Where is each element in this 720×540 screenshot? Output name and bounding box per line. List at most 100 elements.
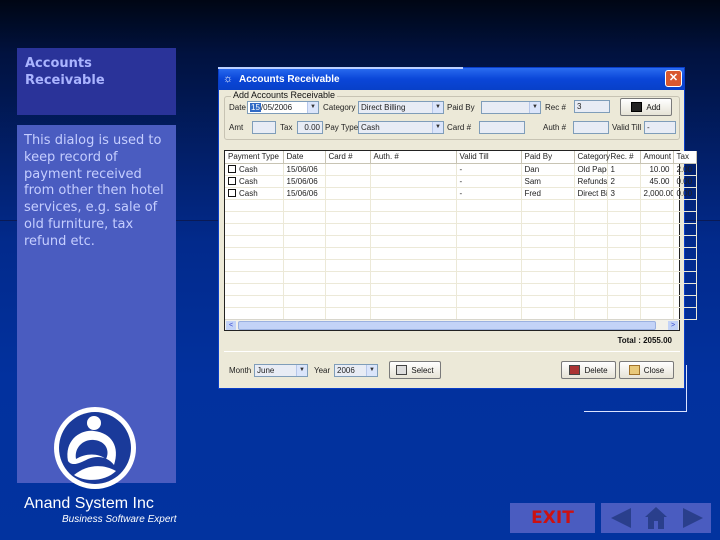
table-cell <box>607 247 641 260</box>
year-select[interactable]: 2006 ▼ <box>334 364 378 377</box>
table-cell <box>521 271 575 284</box>
chevron-down-icon[interactable]: ▼ <box>432 122 443 133</box>
table-cell <box>283 223 326 236</box>
next-slide-icon[interactable] <box>681 506 705 530</box>
chevron-down-icon[interactable]: ▼ <box>366 365 377 376</box>
chevron-down-icon[interactable]: ▼ <box>307 102 318 113</box>
table-row <box>225 223 697 236</box>
select-button-label: Select <box>411 365 434 375</box>
table-cell <box>370 187 457 200</box>
table-cell <box>325 235 371 248</box>
pay-type-select[interactable]: Cash ▼ <box>358 121 444 134</box>
table-row <box>225 235 697 248</box>
row-checkbox[interactable] <box>228 177 236 186</box>
rec-label: Rec # <box>545 103 566 112</box>
table-cell: Sam <box>521 175 575 188</box>
table-cell <box>673 235 697 248</box>
table-cell <box>574 211 608 224</box>
amount-field[interactable] <box>252 121 276 134</box>
card-label: Card # <box>447 123 472 132</box>
scrollbar-thumb[interactable] <box>238 321 656 330</box>
table-cell <box>325 175 371 188</box>
table-cell <box>640 307 674 320</box>
exit-button[interactable]: EXIT <box>510 503 595 533</box>
scroll-left-icon[interactable]: < <box>226 321 236 330</box>
month-select[interactable]: June ▼ <box>254 364 308 377</box>
paid-by-select[interactable]: ▼ <box>481 101 541 114</box>
column-header[interactable]: Payment Type <box>225 151 284 164</box>
table-cell: 0.00 <box>673 175 697 188</box>
home-icon[interactable] <box>644 505 668 531</box>
table-cell: Cash <box>225 187 284 200</box>
tax-field[interactable]: 0.00 <box>297 121 323 134</box>
column-header[interactable]: Amount <box>640 151 674 164</box>
company-name: Anand System Inc <box>24 495 154 512</box>
table-cell: Old Paper <box>574 163 608 176</box>
column-header[interactable]: Card # <box>325 151 371 164</box>
previous-slide-icon[interactable] <box>609 506 633 530</box>
add-record-icon <box>631 102 643 112</box>
close-button[interactable]: Close <box>619 361 674 379</box>
card-number-field[interactable] <box>479 121 525 134</box>
chevron-down-icon[interactable]: ▼ <box>529 102 540 113</box>
row-checkbox[interactable] <box>228 165 236 174</box>
table-cell: 3 <box>607 187 641 200</box>
column-header[interactable]: Date <box>283 151 326 164</box>
table-cell <box>325 223 371 236</box>
table-cell <box>370 223 457 236</box>
column-header[interactable]: Paid By <box>521 151 575 164</box>
table-cell <box>370 259 457 272</box>
select-button[interactable]: Select <box>389 361 441 379</box>
table-cell <box>325 199 371 212</box>
add-button[interactable]: Add <box>620 98 672 116</box>
auth-number-field[interactable] <box>573 121 609 134</box>
scroll-right-icon[interactable]: > <box>668 321 678 330</box>
table-cell <box>370 211 457 224</box>
table-row[interactable]: Cash 15/06/06 - Sam Refunds 2 45.00 0.00 <box>225 175 697 188</box>
table-cell <box>673 259 697 272</box>
category-label: Category <box>323 103 356 112</box>
column-header[interactable]: Auth. # <box>370 151 457 164</box>
date-label: Date <box>229 103 246 112</box>
row-checkbox[interactable] <box>228 189 236 198</box>
table-cell <box>456 295 522 308</box>
table-cell <box>607 295 641 308</box>
table-cell <box>607 283 641 296</box>
column-header[interactable]: Valid Till <box>456 151 522 164</box>
table-cell <box>225 259 284 272</box>
table-cell <box>225 271 284 284</box>
column-header[interactable]: Rec. # <box>607 151 641 164</box>
table-cell <box>225 295 284 308</box>
horizontal-scrollbar[interactable]: < > <box>225 319 679 330</box>
table-cell <box>225 235 284 248</box>
table-cell <box>456 211 522 224</box>
category-select[interactable]: Direct Billing ▼ <box>358 101 444 114</box>
table-cell <box>283 295 326 308</box>
table-cell <box>673 283 697 296</box>
valid-till-field[interactable]: - <box>644 121 676 134</box>
chevron-down-icon[interactable]: ▼ <box>432 102 443 113</box>
pay-type-label: Pay Type <box>325 123 359 132</box>
table-row[interactable]: Cash 15/06/06 -DanOld Paper110.002.00 <box>225 163 697 176</box>
chevron-down-icon[interactable]: ▼ <box>296 365 307 376</box>
table-cell: 15/06/06 <box>283 175 326 188</box>
window-close-button[interactable]: ✕ <box>665 70 682 87</box>
column-header[interactable]: Tax <box>673 151 697 164</box>
column-header[interactable]: Category <box>574 151 610 164</box>
table-cell: 0.00 <box>673 187 697 200</box>
month-label: Month <box>229 366 252 375</box>
table-cell <box>325 211 371 224</box>
table-cell <box>225 307 284 320</box>
delete-button[interactable]: Delete <box>561 361 616 379</box>
table-cell: 15/06/06 <box>283 187 326 200</box>
table-row <box>225 247 697 260</box>
date-picker[interactable]: 15/05/2006 ▼ <box>247 101 319 114</box>
rec-number-field[interactable]: 3 <box>574 100 610 113</box>
table-row[interactable]: Cash 15/06/06 -FredDirect Billing32,000.00… <box>225 187 697 200</box>
auth-label: Auth # <box>543 123 567 132</box>
close-icon: ✕ <box>668 72 679 84</box>
table-cell <box>225 247 284 260</box>
table-cell <box>521 199 575 212</box>
month-value: June <box>257 366 275 375</box>
table-cell <box>225 223 284 236</box>
